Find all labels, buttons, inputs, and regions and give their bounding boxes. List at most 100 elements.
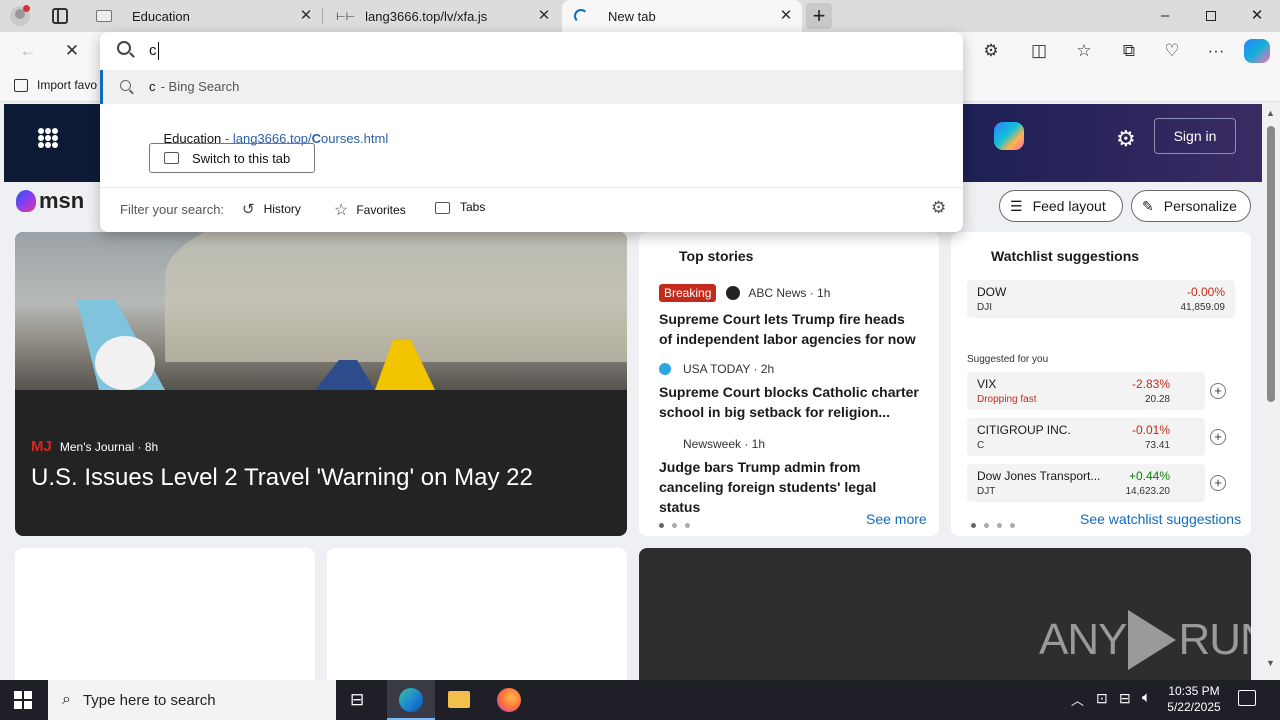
ticker-name: VIX <box>977 377 997 391</box>
filter-tabs-label: Tabs <box>460 200 486 214</box>
browser-essentials-icon[interactable]: ♡ <box>1158 38 1186 64</box>
page-icon <box>96 10 112 22</box>
watermark-left: ANY <box>1039 615 1127 664</box>
favorites-star-icon: ☆ <box>334 202 349 219</box>
tab-education[interactable]: Education ✕ <box>84 0 322 32</box>
story-headline[interactable]: Supreme Court lets Trump fire heads of i… <box>659 309 921 349</box>
feed-card[interactable] <box>327 548 627 680</box>
feed-card-dark[interactable]: ANY RUN <box>639 548 1251 680</box>
stop-loading-button[interactable]: ✕ <box>58 38 86 64</box>
tab-new-tab[interactable]: New tab ✕ <box>562 0 802 32</box>
apps-launcher-icon[interactable] <box>38 128 58 148</box>
sliders-icon: ☰ <box>1010 197 1023 214</box>
new-tab-button[interactable]: + <box>806 3 832 29</box>
top-stories-card: Top stories Breaking ABC News · 1h Supre… <box>639 232 939 536</box>
story-headline[interactable]: Judge bars Trump admin from canceling fo… <box>659 457 921 517</box>
tab-title: lang3666.top/lv/xfa.js <box>365 8 488 24</box>
tray-chevron-icon[interactable]: ︿ <box>1071 690 1084 709</box>
import-favorites-link[interactable]: Import favo <box>14 78 97 92</box>
see-watchlist-link[interactable]: See watchlist suggestions <box>1080 511 1241 527</box>
copilot-icon[interactable] <box>1244 39 1270 63</box>
carousel-dots[interactable] <box>659 516 698 531</box>
settings-more-icon[interactable]: ··· <box>1202 38 1230 64</box>
feed-card[interactable] <box>15 548 315 680</box>
scroll-up-icon[interactable]: ▲ <box>1266 108 1275 118</box>
story-headline[interactable]: Supreme Court blocks Catholic charter sc… <box>659 382 921 422</box>
search-handle <box>129 89 134 95</box>
scroll-thumb[interactable] <box>1267 126 1275 402</box>
close-tab-icon[interactable]: ✕ <box>298 8 314 24</box>
tab-xfa-js[interactable]: ⊢⊢ lang3666.top/lv/xfa.js ✕ <box>324 0 560 32</box>
task-view-icon[interactable]: ⊟ <box>350 690 364 710</box>
minimize-button[interactable]: – <box>1142 0 1188 32</box>
tab-actions-icon[interactable] <box>52 8 68 24</box>
scroll-down-icon[interactable]: ▼ <box>1266 658 1275 668</box>
collections-icon[interactable]: ⧉ <box>1115 38 1143 64</box>
top-stories-title[interactable]: Top stories <box>679 248 753 264</box>
dropdown-divider <box>100 187 963 188</box>
watchlist-row-dow[interactable]: DOW DJI -0.00% 41,859.09 <box>967 280 1235 318</box>
tabs-icon <box>435 202 450 214</box>
search-settings-icon[interactable]: ⚙ <box>931 198 946 218</box>
split-screen-icon[interactable]: ◫ <box>1025 38 1053 64</box>
filter-history-button[interactable]: ↺ History <box>242 200 301 218</box>
add-to-watchlist-icon[interactable]: + <box>1210 383 1226 399</box>
firefox-icon[interactable] <box>497 688 521 712</box>
restore-button[interactable] <box>1188 0 1234 32</box>
filter-tabs-button[interactable]: Tabs <box>435 200 485 214</box>
address-input[interactable]: c <box>149 42 159 60</box>
clock[interactable]: 10:35 PM 5/22/2025 <box>1164 683 1224 715</box>
watchlist-title[interactable]: Watchlist suggestions <box>991 248 1139 264</box>
favorites-icon[interactable]: ☆ <box>1070 38 1098 64</box>
history-icon: ↺ <box>242 201 255 218</box>
omnibox-dropdown: c c - Bing Search Education - lang3666.t… <box>100 32 963 232</box>
suggested-label: Suggested for you <box>967 354 1049 365</box>
watchlist-row[interactable]: VIX Dropping fast -2.83% 20.28 + <box>967 372 1226 410</box>
page-settings-icon[interactable]: ⚙ <box>1116 126 1136 152</box>
network-icon[interactable]: ⊟ <box>1119 690 1131 707</box>
close-tab-icon[interactable]: ✕ <box>778 8 794 24</box>
ticker-symbol: DJI <box>977 302 992 313</box>
windows-taskbar: ⌕ Type here to search ⊟ ︿ ⊡ ⊟ 🔈︎ 10:35 P… <box>0 680 1280 720</box>
extensions-icon[interactable]: ⚙ <box>977 38 1005 64</box>
switch-to-tab-button[interactable]: Switch to this tab <box>149 143 315 173</box>
close-window-button[interactable]: ✕ <box>1234 0 1280 32</box>
story-source-row: Newsweek · 1h <box>659 437 765 451</box>
search-icon: ⌕ <box>62 691 71 708</box>
ticker-change: -0.01% <box>1131 423 1170 437</box>
omnibox-row[interactable]: c <box>100 32 963 70</box>
edge-taskbar-icon[interactable] <box>387 680 435 720</box>
watchlist-row[interactable]: CITIGROUP INC. C -0.01% 73.41 + <box>967 418 1226 456</box>
feed-layout-button[interactable]: ☰ Feed layout <box>999 190 1123 222</box>
sign-in-button[interactable]: Sign in <box>1154 118 1236 154</box>
file-explorer-icon[interactable] <box>448 691 470 708</box>
personalize-button[interactable]: ✎ Personalize <box>1131 190 1251 222</box>
ticker-name: Dow Jones Transport... <box>977 469 1101 483</box>
page-scrollbar[interactable]: ▲ ▼ <box>1262 102 1280 680</box>
usb-icon[interactable]: ⊡ <box>1096 690 1108 707</box>
taskbar-search-box[interactable]: ⌕ Type here to search <box>48 680 336 720</box>
copilot-logo-icon[interactable] <box>994 122 1024 150</box>
notifications-icon[interactable] <box>1238 690 1256 706</box>
see-more-link[interactable]: See more <box>866 511 927 527</box>
switch-to-tab-label: Switch to this tab <box>192 150 291 166</box>
watchlist-row[interactable]: Dow Jones Transport... DJT +0.44% 14,623… <box>967 464 1226 502</box>
start-button[interactable] <box>14 691 32 709</box>
carousel-dots[interactable] <box>971 516 1023 531</box>
hero-story-image <box>15 232 627 390</box>
add-to-watchlist-icon[interactable]: + <box>1210 429 1226 445</box>
back-button[interactable]: ← <box>14 38 42 64</box>
ticker-change: -0.00% <box>1186 285 1225 299</box>
hero-story-card[interactable]: MJ Men's Journal · 8h U.S. Issues Level … <box>15 232 627 536</box>
filter-favorites-button[interactable]: ☆ Favorites <box>334 200 406 220</box>
play-icon <box>1128 610 1177 670</box>
close-tab-icon[interactable]: ✕ <box>536 8 552 24</box>
msn-logo[interactable]: msn <box>16 188 84 214</box>
ticker-change: -2.83% <box>1131 377 1170 391</box>
volume-icon[interactable]: 🔈︎ <box>1142 689 1151 706</box>
suggestion-bing-search[interactable]: c - Bing Search <box>100 70 963 104</box>
hero-headline[interactable]: U.S. Issues Level 2 Travel 'Warning' on … <box>31 464 533 492</box>
filter-label: Filter your search: <box>120 202 225 217</box>
add-to-watchlist-icon[interactable]: + <box>1210 475 1226 491</box>
profile-icon[interactable] <box>10 5 30 26</box>
